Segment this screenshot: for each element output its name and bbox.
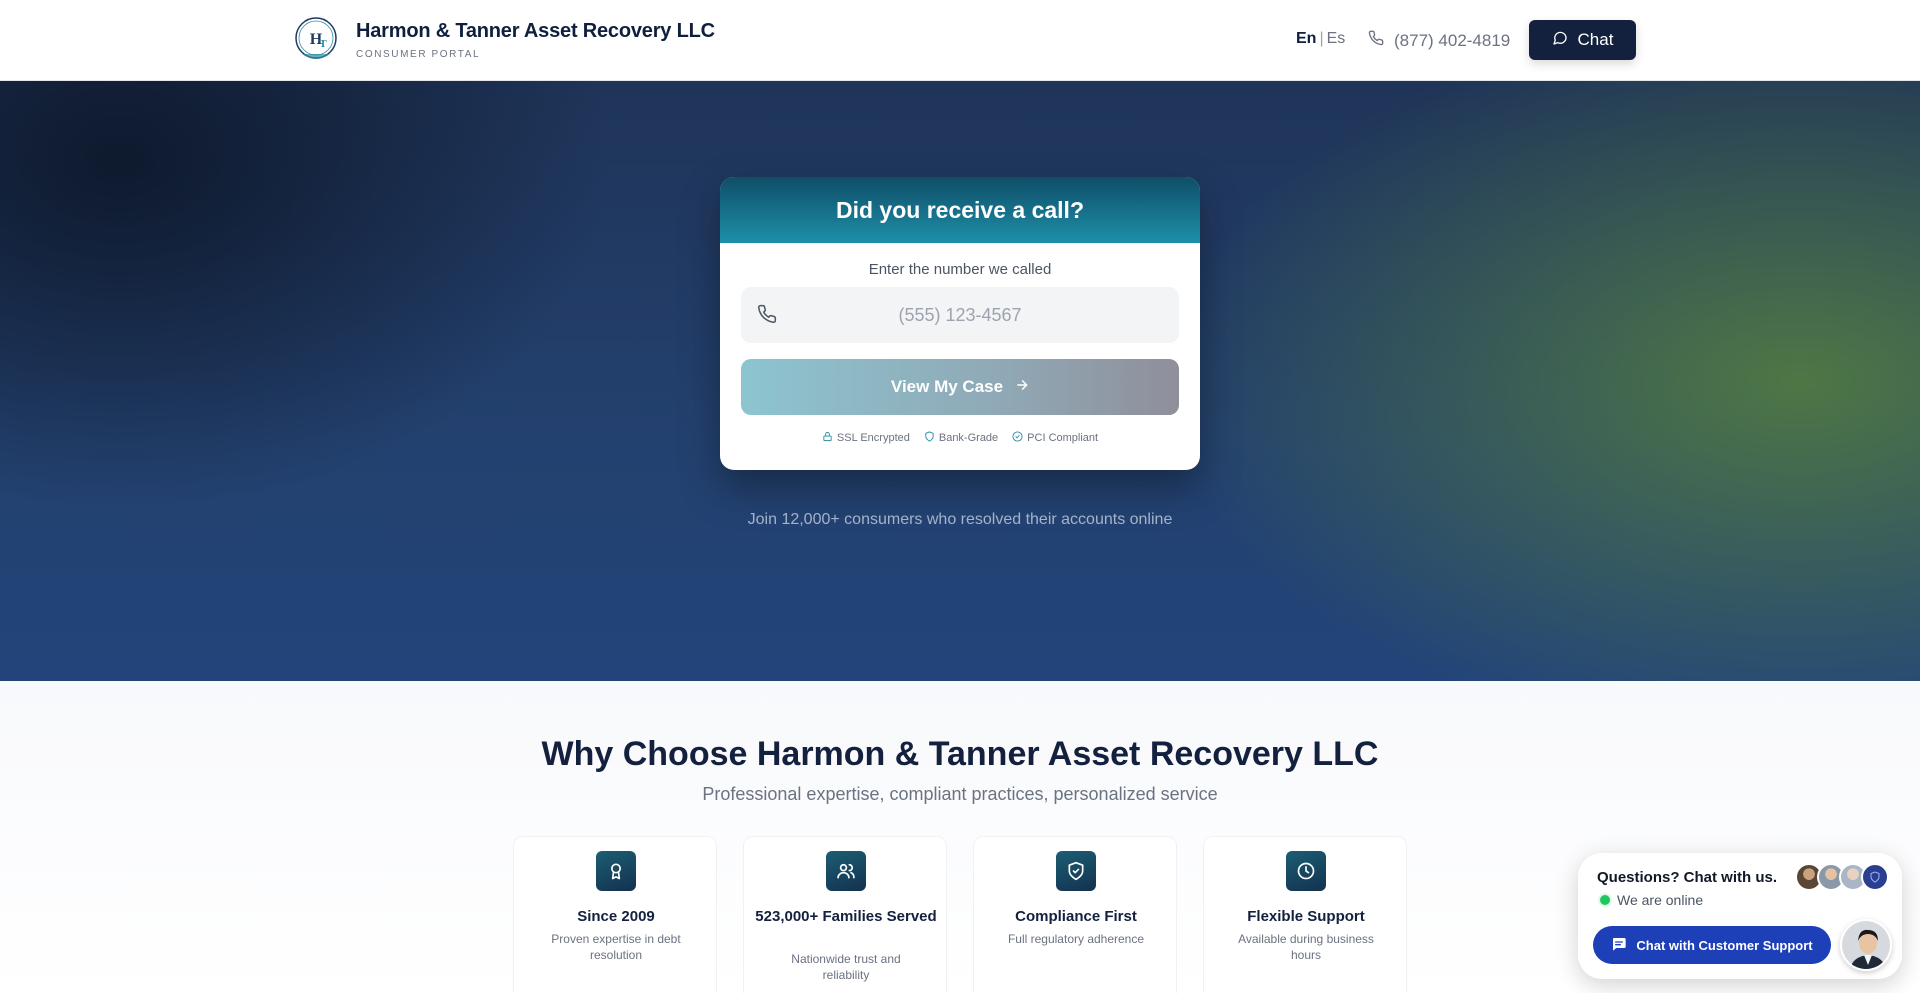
hero-section: Did you receive a call? Enter the number… [0,81,1920,681]
phone-number-input[interactable] [741,287,1179,343]
online-status-label: We are online [1617,892,1704,908]
phone-input-label: Enter the number we called [868,261,1052,278]
brand-name[interactable]: Harmon & Tanner Asset Recovery LLC [356,20,715,43]
feature-desc: Proven expertise in debt resolution [551,932,681,962]
features-subtitle: Professional expertise, compliant practi… [702,784,1218,804]
badge-pci: PCI Compliant [1012,431,1098,445]
site-header: H T Harmon & Tanner Asset Recovery LLC C… [0,0,1920,81]
lock-icon [822,431,833,445]
feature-card-families: 523,000+ Families Served Nationwide trus… [743,836,947,993]
lang-en-link[interactable]: En [1296,30,1316,47]
language-switcher: En | Es [1296,30,1345,48]
feature-card-compliance: Compliance First Full regulatory adheren… [973,836,1177,993]
chat-button-label: Chat [1577,30,1614,49]
feature-title: Compliance First [1015,908,1137,925]
lang-es-link[interactable]: Es [1327,30,1346,47]
chat-with-support-label: Chat with Customer Support [1636,937,1813,953]
chat-widget: Questions? Chat with us. We are online C… [1578,853,1902,979]
badge-bank-grade-label: Bank-Grade [938,432,999,444]
clock-icon [1286,851,1326,891]
check-circle-icon [1012,431,1023,445]
online-status: We are online [1600,892,1703,908]
chat-with-support-button[interactable]: Chat with Customer Support [1593,926,1831,964]
online-dot-icon [1600,895,1610,905]
view-my-case-label: View My Case [890,377,1004,396]
feature-desc: Available during business hours [1238,932,1374,962]
badge-pci-label: PCI Compliant [1027,432,1099,444]
message-circle-icon [1552,30,1568,51]
feature-card-support: Flexible Support Available during busine… [1203,836,1407,993]
header-phone-link[interactable]: (877) 402-4819 [1368,30,1510,51]
lang-separator: | [1319,30,1324,47]
feature-title: 523,000+ Families Served [755,908,937,925]
shield-check-icon [1056,851,1096,891]
badge-ssl-label: SSL Encrypted [836,432,910,444]
brand-subtitle: CONSUMER PORTAL [356,49,481,60]
phone-number: (877) 402-4819 [1394,30,1511,50]
badge-bank-grade: Bank-Grade [924,431,998,445]
chat-widget-title: Questions? Chat with us. [1597,869,1778,886]
agent-photo[interactable] [1840,919,1892,971]
badge-ssl: SSL Encrypted [822,431,910,445]
feature-desc: Nationwide trust and reliability [791,952,901,982]
feature-title: Since 2009 [577,908,655,925]
case-lookup-card: Did you receive a call? Enter the number… [720,177,1200,470]
features-title: Why Choose Harmon & Tanner Asset Recover… [541,735,1379,773]
join-text: Join 12,000+ consumers who resolved thei… [747,511,1173,528]
view-my-case-button[interactable]: View My Case [741,359,1179,415]
feature-desc: Full regulatory adherence [1007,932,1145,946]
svg-text:T: T [319,38,327,50]
card-title: Did you receive a call? [720,177,1200,243]
users-icon [826,851,866,891]
header-chat-button[interactable]: Chat [1529,20,1636,60]
message-square-icon [1611,936,1627,955]
shield-icon [924,431,935,445]
feature-card-since: Since 2009 Proven expertise in debt reso… [513,836,717,993]
agent-avatars [1795,863,1889,891]
arrow-right-icon [1015,377,1029,397]
award-icon [596,851,636,891]
ht-monogram-logo[interactable]: H T [294,16,338,64]
phone-icon [1368,30,1384,51]
security-badges: SSL Encrypted Bank-Grade PCI Compliant [720,431,1200,445]
avatar [1861,863,1889,891]
feature-title: Flexible Support [1247,908,1365,925]
phone-icon [757,304,777,329]
phone-input-container [741,287,1179,343]
